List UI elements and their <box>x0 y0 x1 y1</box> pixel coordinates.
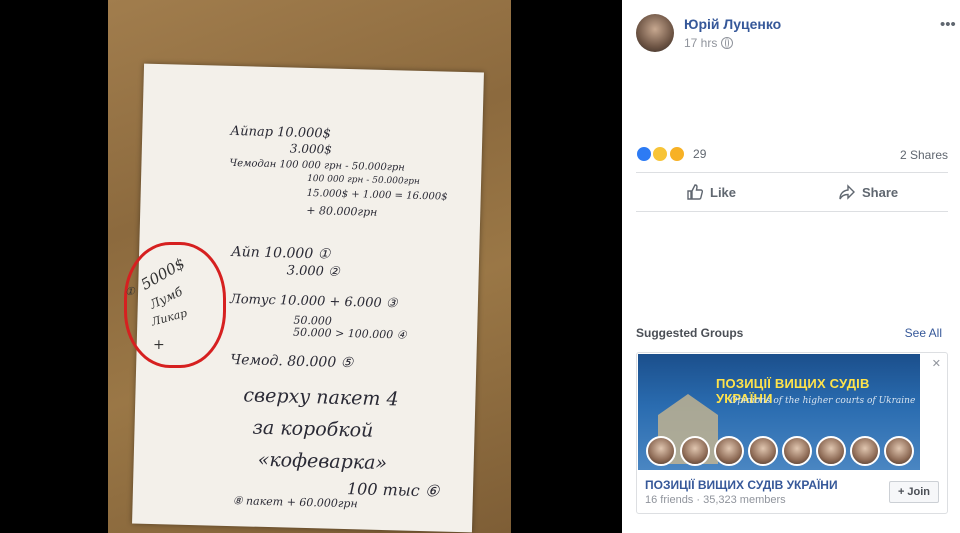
note-line: 100 тыс ⑥ <box>346 479 440 501</box>
wow-reaction-icon[interactable] <box>652 146 669 162</box>
author-name[interactable]: Юрій Луценко <box>684 16 781 32</box>
banner-subtitle: Opinions of the higher courts of Ukraine <box>730 396 916 406</box>
haha-reaction-icon[interactable] <box>668 146 685 162</box>
divider <box>636 211 948 212</box>
note-line: 100 000 грн - 50.000грн <box>306 173 421 187</box>
group-name[interactable]: ПОЗИЦІЇ ВИЩИХ СУДІВ УКРАЇНИ <box>645 478 838 492</box>
member-avatar <box>816 436 846 466</box>
more-menu-icon[interactable]: ••• <box>940 16 956 33</box>
photo-viewer: Айпар 10.000$ 3.000$ Чемодан 100 000 грн… <box>0 0 622 533</box>
member-avatar <box>850 436 880 466</box>
post-timestamp[interactable]: 17 hrs <box>684 36 734 50</box>
close-icon[interactable]: ✕ <box>932 357 941 370</box>
member-faces <box>646 436 914 466</box>
globe-icon <box>721 37 734 49</box>
member-avatar <box>680 436 710 466</box>
reactions-bar: 29 2 Shares <box>636 146 948 166</box>
reactions-count[interactable]: 29 <box>693 147 706 161</box>
group-card: ПОЗИЦІЇ ВИЩИХ СУДІВ УКРАЇНИ Opinions of … <box>636 352 948 514</box>
note-line: + 80.000грн <box>306 203 378 219</box>
group-meta: 16 friends · 35,323 members <box>645 494 786 506</box>
group-banner[interactable]: ПОЗИЦІЇ ВИЩИХ СУДІВ УКРАЇНИ Opinions of … <box>638 354 920 470</box>
note-line: Чемодан 100 000 грн - 50.000грн <box>229 157 405 174</box>
share-button[interactable]: Share <box>838 180 898 204</box>
plus-icon: + <box>897 486 905 498</box>
post-header: Юрій Луценко 17 hrs ••• <box>636 14 956 54</box>
share-label: Share <box>862 184 899 200</box>
like-label: Like <box>710 184 737 200</box>
note-line: ⑧ пакет + 60.000грн <box>232 494 358 511</box>
note-line: 3.000$ <box>289 141 333 157</box>
join-label: Join <box>907 486 931 498</box>
join-button[interactable]: + Join <box>889 481 939 503</box>
member-avatar <box>646 436 676 466</box>
note-line: Айп 10.000 ① <box>230 243 331 263</box>
circled-note-line: ① <box>125 285 135 298</box>
post-photo[interactable]: Айпар 10.000$ 3.000$ Чемодан 100 000 грн… <box>108 0 511 533</box>
member-avatar <box>884 436 914 466</box>
red-circle-annotation: ① 5000$ Лумб Ликар + <box>124 242 226 368</box>
note-line: за коробкой <box>252 416 374 442</box>
note-line: 50.000 > 100.000 ④ <box>292 325 407 342</box>
share-arrow-icon <box>839 184 855 200</box>
member-avatar <box>714 436 744 466</box>
member-avatar <box>748 436 778 466</box>
post-time[interactable]: 17 hrs <box>684 36 717 50</box>
note-line: Лотус 10.000 + 6.000 ③ <box>229 291 398 312</box>
note-line: 3.000 ② <box>286 263 340 280</box>
note-line: Айпар 10.000$ <box>230 123 332 142</box>
note-line: сверху пакет 4 <box>243 384 399 411</box>
post-sidebar: Юрій Луценко 17 hrs ••• 29 2 Shares Like… <box>622 0 960 533</box>
suggested-groups-title: Suggested Groups <box>636 326 744 340</box>
circled-note-line: + <box>153 337 165 353</box>
divider <box>636 172 948 173</box>
member-avatar <box>782 436 812 466</box>
shares-count[interactable]: 2 Shares <box>900 148 948 162</box>
note-line: 15.000$ + 1.000 = 16.000$ <box>306 187 448 203</box>
suggested-groups-header: Suggested Groups See All <box>636 326 942 340</box>
see-all-link[interactable]: See All <box>905 326 942 340</box>
thumbs-up-icon <box>687 184 704 200</box>
author-avatar[interactable] <box>636 14 674 52</box>
note-line: Чемод. 80.000 ⑤ <box>230 351 354 372</box>
like-button[interactable]: Like <box>686 180 736 204</box>
like-reaction-icon[interactable] <box>636 146 652 162</box>
note-line: «кофеварка» <box>257 448 388 475</box>
